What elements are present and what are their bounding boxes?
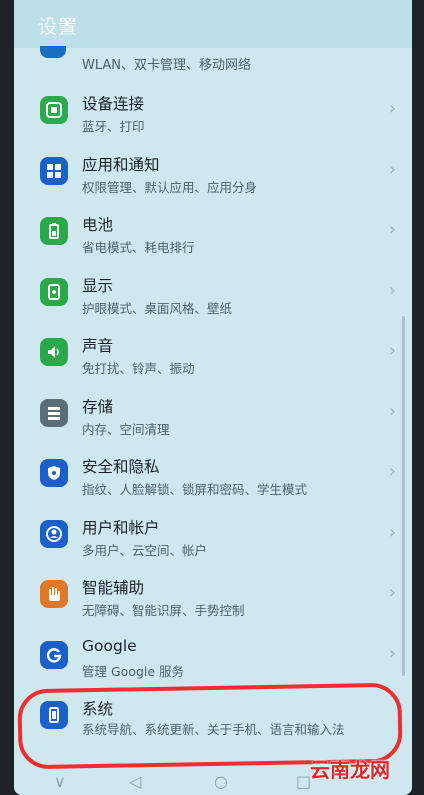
chevron-right-icon: › <box>388 461 396 482</box>
settings-item-battery[interactable]: 电池 省电模式、耗电排行 › <box>14 199 412 260</box>
battery-icon <box>40 217 68 245</box>
settings-item-sub: WLAN、双卡管理、移动网络 <box>82 58 252 73</box>
display-icon <box>40 277 68 306</box>
apps-icon <box>40 156 68 185</box>
user-icon <box>40 519 68 548</box>
settings-item-sub: 免打扰、铃声、振动 <box>82 361 195 376</box>
chevron-right-icon: › <box>388 219 396 240</box>
settings-item-label: 应用和通知 <box>82 155 160 174</box>
settings-item-label: 电池 <box>82 216 114 234</box>
nav-home-icon[interactable]: ○ <box>214 774 228 790</box>
settings-item-security[interactable]: 安全和隐私 指纹、人脸解锁、锁屏和密码、学生模式 › <box>14 441 412 502</box>
settings-item-display[interactable]: 显示 护眼模式、桌面风格、壁纸 › <box>14 260 412 321</box>
settings-item-users[interactable]: 用户和帐户 多用户、云空间、帐户 › <box>14 502 412 563</box>
hand-icon <box>40 580 68 608</box>
sound-icon <box>40 338 68 366</box>
watermark: 云南龙网 <box>310 758 390 782</box>
settings-item-wireless-partial[interactable]: WLAN、双卡管理、移动网络 <box>14 46 412 78</box>
settings-item-sub: 护眼模式、桌面风格、壁纸 <box>82 300 233 316</box>
app-header: 设置 <box>14 0 412 48</box>
chevron-right-icon: › <box>388 98 396 119</box>
settings-item-sub: 权限管理、默认应用、应用分身 <box>82 179 258 195</box>
settings-item-label: Google <box>82 636 137 655</box>
device-connect-icon <box>40 96 68 124</box>
google-icon <box>40 640 68 669</box>
settings-item-label: 声音 <box>82 337 114 355</box>
settings-item-sub: 指纹、人脸解锁、锁屏和密码、学生模式 <box>82 482 308 497</box>
settings-item-storage[interactable]: 存储 内存、空间清理 › <box>14 381 412 442</box>
wireless-icon <box>40 46 66 58</box>
settings-item-label: 安全和隐私 <box>82 458 160 476</box>
settings-item-label: 用户和帐户 <box>82 518 160 537</box>
chevron-right-icon: › <box>388 340 396 361</box>
page-title: 设置 <box>38 16 79 38</box>
shield-icon <box>40 459 68 487</box>
settings-item-sub: 蓝牙、打印 <box>82 119 145 134</box>
settings-item-label: 智能辅助 <box>82 579 145 597</box>
settings-item-label: 显示 <box>82 276 114 295</box>
storage-icon <box>40 398 68 427</box>
settings-item-device-connection[interactable]: 设备连接 蓝牙、打印 › <box>14 78 412 139</box>
settings-item-label: 存储 <box>82 397 114 416</box>
settings-item-google[interactable]: Google 管理 Google 服务 › <box>14 623 412 684</box>
chevron-right-icon: › <box>388 521 396 543</box>
chevron-right-icon: › <box>388 642 396 664</box>
settings-item-assist[interactable]: 智能辅助 无障碍、智能识屏、手势控制 › <box>14 562 412 623</box>
settings-item-sub: 管理 Google 服务 <box>82 663 185 679</box>
chevron-right-icon: › <box>388 400 396 422</box>
settings-item-sound[interactable]: 声音 免打扰、铃声、振动 › <box>14 320 412 381</box>
nav-recents-icon[interactable]: □ <box>296 774 311 790</box>
settings-item-apps[interactable]: 应用和通知 权限管理、默认应用、应用分身 › <box>14 139 412 200</box>
nav-down-icon[interactable]: ∨ <box>54 774 66 790</box>
settings-item-sub: 省电模式、耗电排行 <box>82 240 195 255</box>
settings-item-sub: 内存、空间清理 <box>82 421 170 437</box>
settings-list: 设备连接 蓝牙、打印 › 应用和通知 权限管理、默认应用、应用分身 › 电池 省… <box>14 78 412 765</box>
chevron-right-icon: › <box>388 279 396 301</box>
nav-back-icon[interactable]: ◁ <box>129 774 141 790</box>
settings-screen: 设置 WLAN、双卡管理、移动网络 设备连接 蓝牙、打印 › 应用和通知 权限管… <box>14 0 412 795</box>
scrollbar[interactable] <box>402 316 405 676</box>
chevron-right-icon: › <box>388 582 396 603</box>
settings-item-label: 设备连接 <box>82 95 145 113</box>
chevron-right-icon: › <box>388 158 396 180</box>
settings-item-sub: 多用户、云空间、帐户 <box>82 542 208 558</box>
settings-item-sub: 无障碍、智能识屏、手势控制 <box>82 603 245 618</box>
